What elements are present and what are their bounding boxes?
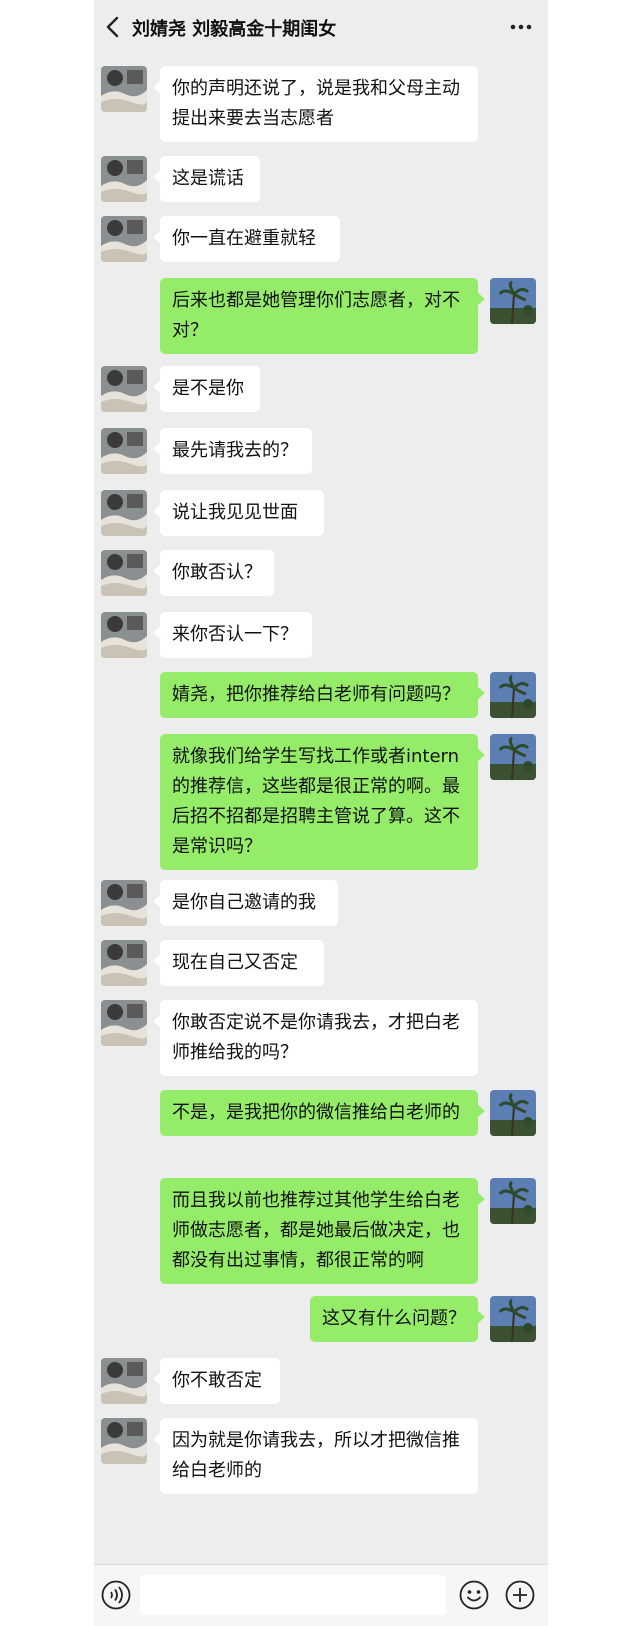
message-bubble[interactable]: 这是谎话: [153, 156, 260, 202]
message-bubble[interactable]: 是不是你: [153, 366, 260, 412]
voice-icon[interactable]: [100, 1579, 132, 1611]
plus-icon[interactable]: [504, 1579, 536, 1611]
emoji-icon[interactable]: [458, 1579, 490, 1611]
message-bubble[interactable]: 而且我以前也推荐过其他学生给白老师做志愿者，都是她最后做决定，也都没有出过事情，…: [160, 1178, 485, 1284]
my-avatar[interactable]: [490, 672, 536, 718]
message-bubble[interactable]: 你一直在避重就轻: [153, 216, 340, 262]
contact-avatar[interactable]: [101, 366, 147, 412]
input-bar: [94, 1564, 548, 1626]
my-avatar[interactable]: [490, 734, 536, 780]
message-bubble[interactable]: 婧尧，把你推荐给白老师有问题吗？: [160, 672, 485, 718]
message-bubble[interactable]: 你敢否认？: [153, 550, 274, 596]
chat-screen: 你的声明还说了，说是我和父母主动提出来要去当志愿者 这是谎话 你一直在避重就轻 …: [94, 0, 548, 1626]
contact-avatar[interactable]: [101, 550, 147, 596]
contact-avatar[interactable]: [101, 880, 147, 926]
message-bubble[interactable]: 说让我见见世面: [153, 490, 324, 536]
contact-avatar[interactable]: [101, 156, 147, 202]
message-bubble[interactable]: 是你自己邀请的我: [153, 880, 338, 926]
message-input[interactable]: [140, 1575, 446, 1615]
message-list[interactable]: 你的声明还说了，说是我和父母主动提出来要去当志愿者 这是谎话 你一直在避重就轻 …: [94, 0, 548, 1560]
my-avatar[interactable]: [490, 278, 536, 324]
contact-avatar[interactable]: [101, 428, 147, 474]
more-dots-icon[interactable]: [506, 12, 536, 42]
chevron-left-icon[interactable]: [102, 14, 124, 40]
my-avatar[interactable]: [490, 1296, 536, 1342]
chat-title: 刘婧尧 刘毅高金十期闺女: [132, 19, 337, 40]
contact-avatar[interactable]: [101, 1000, 147, 1046]
message-bubble[interactable]: 你不敢否定: [153, 1358, 280, 1404]
message-bubble[interactable]: 就像我们给学生写找工作或者intern 的推荐信，这些都是很正常的啊。最后招不招…: [160, 734, 485, 870]
message-bubble[interactable]: 现在自己又否定: [153, 940, 324, 986]
contact-avatar[interactable]: [101, 490, 147, 536]
message-bubble[interactable]: 你的声明还说了，说是我和父母主动提出来要去当志愿者: [153, 66, 478, 142]
message-bubble[interactable]: 最先请我去的？: [153, 428, 312, 474]
contact-avatar[interactable]: [101, 216, 147, 262]
message-bubble[interactable]: 来你否认一下？: [153, 612, 312, 658]
contact-avatar[interactable]: [101, 1418, 147, 1464]
message-bubble[interactable]: 后来也都是她管理你们志愿者，对不对？: [160, 278, 485, 354]
contact-avatar[interactable]: [101, 612, 147, 658]
my-avatar[interactable]: [490, 1178, 536, 1224]
chat-header: 刘婧尧 刘毅高金十期闺女: [94, 0, 548, 56]
message-bubble[interactable]: 你敢否定说不是你请我去，才把白老师推给我的吗？: [153, 1000, 478, 1076]
contact-avatar[interactable]: [101, 1358, 147, 1404]
my-avatar[interactable]: [490, 1090, 536, 1136]
message-bubble[interactable]: 不是，是我把你的微信推给白老师的: [160, 1090, 485, 1136]
contact-avatar[interactable]: [101, 66, 147, 112]
message-bubble[interactable]: 这又有什么问题？: [310, 1296, 485, 1342]
contact-avatar[interactable]: [101, 940, 147, 986]
message-bubble[interactable]: 因为就是你请我去，所以才把微信推给白老师的: [153, 1418, 478, 1494]
